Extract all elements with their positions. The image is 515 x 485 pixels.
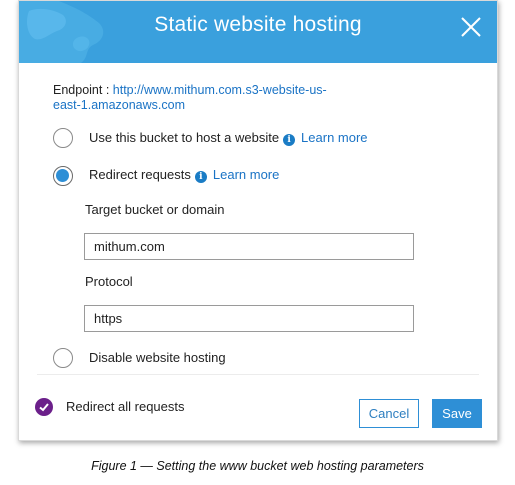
- dialog-title: Static website hosting: [154, 13, 362, 36]
- host-learn-more-link[interactable]: Learn more: [301, 130, 367, 145]
- redirect-requests-radio[interactable]: [53, 166, 73, 186]
- figure-caption: Figure 1 — Setting the www bucket web ho…: [91, 459, 424, 473]
- endpoint-label: Endpoint :: [53, 83, 113, 97]
- save-button[interactable]: Save: [432, 399, 482, 428]
- disable-hosting-label: Disable website hosting: [89, 350, 226, 365]
- redirect-requests-option: Redirect requests i Learn more: [89, 167, 279, 183]
- host-website-radio[interactable]: [53, 128, 73, 148]
- cancel-button[interactable]: Cancel: [359, 399, 419, 428]
- check-circle-icon: [35, 398, 53, 416]
- target-bucket-label: Target bucket or domain: [85, 202, 225, 217]
- info-icon[interactable]: i: [194, 171, 207, 183]
- protocol-input[interactable]: [84, 305, 414, 332]
- status-text: Redirect all requests: [66, 399, 185, 414]
- host-website-label: Use this bucket to host a website: [89, 130, 280, 145]
- protocol-label: Protocol: [85, 274, 133, 289]
- close-icon[interactable]: [459, 15, 483, 39]
- disable-hosting-radio[interactable]: [53, 348, 73, 368]
- redirect-learn-more-link[interactable]: Learn more: [213, 167, 279, 182]
- static-hosting-dialog: Static website hosting Endpoint : http:/…: [18, 0, 498, 441]
- redirect-requests-label: Redirect requests: [89, 167, 191, 182]
- checkmark-icon: [39, 403, 49, 412]
- host-website-option: Use this bucket to host a website i Learn …: [89, 130, 368, 146]
- target-bucket-input[interactable]: [84, 233, 414, 260]
- endpoint-text: Endpoint : http://www.mithum.com.s3-webs…: [53, 83, 373, 113]
- dialog-header: Static website hosting: [19, 1, 497, 63]
- info-icon[interactable]: i: [283, 134, 296, 146]
- footer-divider: [37, 374, 479, 375]
